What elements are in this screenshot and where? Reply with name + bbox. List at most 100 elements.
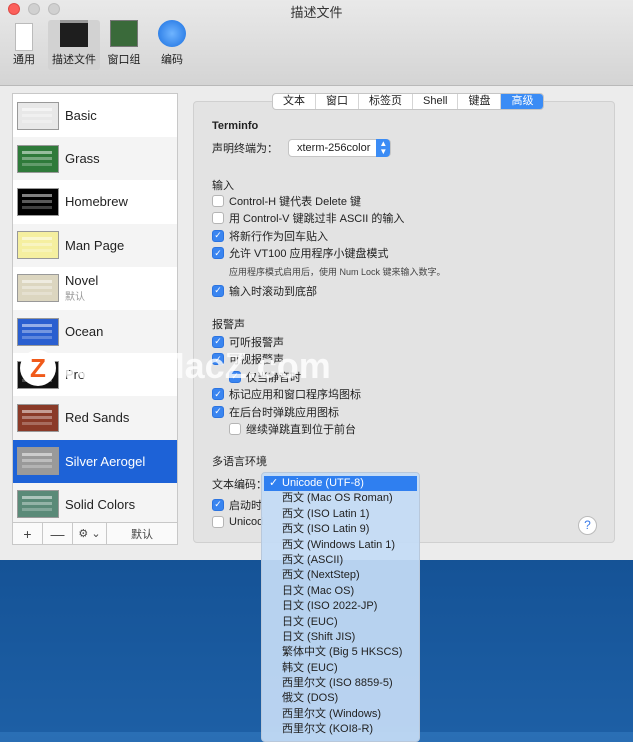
checkbox-row[interactable]: ✓ 可听报警声 (212, 333, 361, 351)
toolbar-terminal[interactable]: 描述文件 (48, 20, 100, 70)
encoding-option[interactable]: 西里尔文 (KOI8-R) (262, 722, 419, 737)
encoding-option[interactable]: 繁体中文 (Big 5 HKSCS) (262, 645, 419, 660)
terminal-icon (60, 20, 88, 47)
profile-item[interactable]: Solid Colors (13, 482, 177, 526)
checkbox-label: 标记应用和窗口程序坞图标 (229, 389, 361, 402)
checkbox-checked[interactable]: ✓ (212, 335, 224, 348)
profile-item[interactable]: Man Page (13, 223, 177, 267)
encoding-option-label: 西文 (ISO Latin 9) (282, 523, 370, 536)
encoding-option[interactable]: 西文 (ISO Latin 1) (262, 507, 419, 522)
tab-0[interactable]: 文本 (273, 94, 316, 109)
checkbox-unchecked[interactable] (212, 516, 224, 529)
locale-heading: 多语言环境 (212, 456, 267, 468)
toolbar-label: 通用 (13, 54, 35, 66)
profile-item[interactable]: Homebrew (13, 180, 177, 223)
checkbox-row[interactable]: ✓ 允许 VT100 应用程序小键盘模式 (212, 245, 404, 263)
checkbox-checked[interactable]: ✓ (212, 353, 224, 366)
bell-heading: 报警声 (212, 319, 245, 331)
checkbox-row[interactable]: ✓ 可视报警声 (212, 351, 361, 369)
profile-item[interactable]: Silver Aerogel (13, 439, 177, 483)
tab-5[interactable]: 高级 (501, 94, 544, 109)
checkbox-unchecked[interactable] (212, 212, 224, 225)
encoding-option-label: Unicode (UTF-8) (282, 477, 364, 489)
encoding-option-label: 日文 (Shift JIS) (282, 630, 356, 643)
terminal-type-select[interactable]: xterm-256color ▲ ▼ (288, 139, 392, 157)
checkbox-row[interactable]: ✓ 启动时 (212, 496, 263, 514)
profile-item[interactable]: Ocean (13, 309, 177, 354)
profile-item[interactable]: Red Sands (13, 396, 177, 440)
checkbox-checked[interactable]: ✓ (212, 388, 224, 401)
set-default-button[interactable]: 默认 (107, 523, 177, 544)
profile-thumbnail (17, 144, 59, 173)
encoding-option-label: 繁体中文 (Big 5 HKSCS) (282, 646, 403, 659)
checkbox-label: Unicod (229, 516, 264, 529)
encoding-option[interactable]: 西文 (Windows Latin 1) (262, 538, 419, 553)
window-groups-icon (110, 20, 138, 47)
checkbox-row[interactable]: 用 Control-V 键跳过非 ASCII 的输入 (212, 210, 404, 228)
profile-name: Man Page (65, 237, 125, 253)
encoding-option[interactable]: 西里尔文 (ISO 8859-5) (262, 676, 419, 691)
encoding-option[interactable]: ✓ Unicode (UTF-8) (264, 476, 417, 492)
profile-thumbnail (17, 274, 59, 303)
toolbar-window-groups[interactable]: 窗口组 (100, 20, 148, 70)
checkbox-checked[interactable]: ✓ (229, 370, 241, 383)
checkbox-checked[interactable]: ✓ (212, 405, 224, 418)
gear-menu-button[interactable]: ⚙ ⌄ (73, 523, 107, 544)
tab-1[interactable]: 窗口 (316, 94, 359, 109)
profile-name: Homebrew (65, 194, 128, 210)
checkbox-label: Control-H 键代表 Delete 键 (229, 195, 362, 208)
encoding-option[interactable]: 西文 (ISO Latin 9) (262, 522, 419, 537)
profile-item[interactable]: Basic (13, 94, 177, 137)
checkbox-row[interactable]: 继续弹跳直到位于前台 (212, 421, 361, 439)
profile-name: Pro (65, 367, 86, 383)
checkbox-label: 允许 VT100 应用程序小键盘模式 (229, 248, 389, 261)
checkbox-unchecked[interactable] (229, 423, 241, 436)
toolbar-globe[interactable]: 编码 (148, 20, 196, 70)
encoding-option[interactable]: 日文 (EUC) (262, 615, 419, 630)
encoding-option[interactable]: 日文 (Shift JIS) (262, 630, 419, 645)
checkbox-row[interactable]: Unicod (212, 514, 263, 532)
encoding-option[interactable]: 日文 (Mac OS) (262, 584, 419, 599)
help-button[interactable]: ? (578, 516, 597, 535)
profile-name: Grass (65, 151, 100, 167)
checkbox-row[interactable]: ✓ 仅当静音时 (212, 368, 361, 386)
encoding-option[interactable]: 西里尔文 (Windows) (262, 707, 419, 722)
profile-list-bar: + — ⚙ ⌄ 默认 (13, 522, 177, 544)
encoding-option[interactable]: 西文 (Mac OS Roman) (262, 491, 419, 506)
profile-item[interactable]: Grass (13, 137, 177, 181)
profile-name: Solid Colors (65, 496, 136, 512)
checkbox-checked[interactable]: ✓ (212, 284, 224, 297)
profile-default-label: 默认 (65, 292, 85, 304)
profile-thumbnail (17, 490, 59, 519)
encoding-option[interactable]: 西文 (NextStep) (262, 568, 419, 583)
encoding-option[interactable]: 西文 (ASCII) (262, 553, 419, 568)
checkbox-unchecked[interactable] (212, 194, 224, 207)
profile-item[interactable]: Novel 默认 (13, 267, 177, 310)
toolbar: 通用 描述文件 窗口组 编码 (0, 20, 196, 70)
encoding-option[interactable]: 俄文 (DOS) (262, 691, 419, 706)
updown-chevron-icon: ▲ ▼ (376, 139, 391, 157)
checkbox-row[interactable]: ✓ 输入时滚动到底部 (212, 282, 317, 300)
profile-item[interactable]: Pro (13, 353, 177, 396)
tab-4[interactable]: 键盘 (458, 94, 502, 109)
checkbox-checked[interactable]: ✓ (212, 229, 224, 242)
checkbox-row[interactable]: ✓ 在后台时弹跳应用图标 (212, 403, 361, 421)
add-profile-button[interactable]: + (13, 523, 43, 544)
checkbox-checked[interactable]: ✓ (212, 247, 224, 260)
encoding-option[interactable]: 韩文 (EUC) (262, 661, 419, 676)
checkbox-row[interactable]: Control-H 键代表 Delete 键 (212, 192, 404, 210)
encoding-option-label: 西文 (ASCII) (282, 553, 344, 566)
tab-2[interactable]: 标签页 (359, 94, 413, 109)
profile-thumbnail (17, 101, 59, 130)
encoding-option-label: 西里尔文 (Windows) (282, 707, 382, 720)
toolbar-switch[interactable]: 通用 (0, 20, 48, 70)
checkbox-checked[interactable]: ✓ (212, 498, 224, 511)
checkbox-label: 在后台时弹跳应用图标 (229, 406, 339, 419)
tab-3[interactable]: Shell (413, 94, 459, 109)
remove-profile-button[interactable]: — (43, 523, 73, 544)
checkbox-row[interactable]: ✓ 标记应用和窗口程序坞图标 (212, 386, 361, 404)
encoding-option-label: 西文 (NextStep) (282, 569, 360, 582)
checkbox-row[interactable]: ✓ 将新行作为回车贴入 (212, 227, 404, 245)
profile-thumbnail (17, 317, 59, 346)
encoding-option[interactable]: 日文 (ISO 2022-JP) (262, 599, 419, 614)
